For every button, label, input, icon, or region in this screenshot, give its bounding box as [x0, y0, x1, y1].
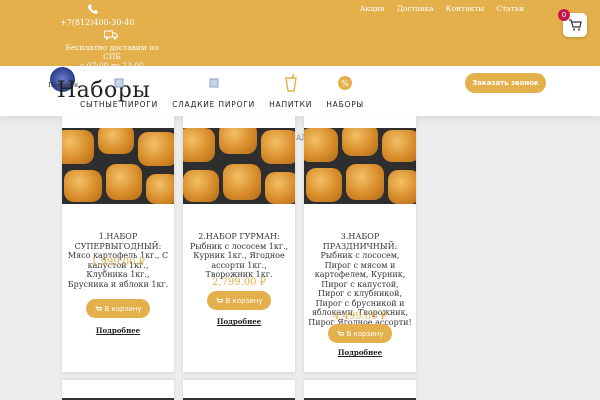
product-price: 1,999.00 ₽: [90, 257, 146, 268]
nav-label: НАБОРЫ: [326, 100, 364, 109]
product-card-partial: [183, 380, 295, 400]
product-card: 3.НАБОР ПРАЗДНИЧНЫЙ: Рыбник с лососем, П…: [304, 116, 416, 372]
details-link[interactable]: Подробнее: [62, 326, 174, 335]
nav-label: НАПИТКИ: [269, 100, 313, 109]
add-to-cart-label: В корзину: [104, 304, 142, 313]
top-links: Акции Доставка Контакты Статьи: [360, 4, 524, 13]
cart-icon: [337, 330, 344, 335]
drink-icon: [284, 74, 298, 92]
phone-number[interactable]: +7(812)400-30-40: [60, 18, 134, 27]
nav-label: СЛАДКИЕ ПИРОГИ: [172, 100, 256, 109]
details-link[interactable]: Подробнее: [183, 317, 295, 326]
add-to-cart-button[interactable]: В корзину: [207, 291, 271, 310]
phone-icon: [88, 4, 98, 14]
sweet-pie-icon: [209, 74, 219, 92]
product-card: 2.НАБОР ГУРМАН: Рыбник с лососем 1кг., К…: [183, 116, 295, 372]
delivery-line-1: Бесплатно доставим по СПБ: [65, 43, 159, 61]
cart-icon: [216, 297, 223, 302]
product-price: 2,799.00 ₽: [211, 277, 267, 288]
top-link-contacts[interactable]: Контакты: [446, 4, 485, 13]
nav-item-savory-pies[interactable]: СЫТНЫЕ ПИРОГИ: [80, 74, 158, 109]
details-link[interactable]: Подробнее: [304, 348, 416, 357]
product-image[interactable]: [183, 128, 295, 204]
percent-icon: %: [337, 74, 353, 92]
top-link-promo[interactable]: Акции: [360, 4, 385, 13]
nav-item-sweet-pies[interactable]: СЛАДКИЕ ПИРОГИ: [172, 74, 255, 109]
top-link-delivery[interactable]: Доставка: [397, 4, 434, 13]
product-image[interactable]: [304, 128, 416, 204]
pie-icon: [114, 74, 124, 92]
product-image[interactable]: [62, 128, 174, 204]
add-to-cart-label: В корзину: [346, 329, 384, 338]
cart-icon: [95, 305, 102, 310]
nav-item-drinks[interactable]: НАПИТКИ: [269, 74, 312, 109]
product-card-partial: [62, 380, 174, 400]
add-to-cart-button[interactable]: В корзину: [86, 299, 150, 318]
cart-icon: [569, 19, 582, 31]
add-to-cart-label: В корзину: [225, 296, 263, 305]
product-name[interactable]: 2.НАБОР ГУРМАН: Рыбник с лососем 1кг., К…: [187, 232, 291, 280]
main-nav-bar: Пекарня Наборы СЫТНЫЕ ПИРОГИ СЛАДКИЕ ПИР…: [0, 66, 600, 116]
top-link-articles[interactable]: Статьи: [496, 4, 524, 13]
svg-text:%: %: [341, 79, 349, 88]
add-to-cart-button[interactable]: В корзину: [328, 324, 392, 343]
product-price: 4,499.00 ₽: [332, 311, 388, 322]
nav-item-sets[interactable]: % НАБОРЫ: [326, 74, 364, 109]
top-bar: +7(812)400-30-40 Бесплатно доставим по С…: [0, 0, 600, 70]
category-nav: СЫТНЫЕ ПИРОГИ СЛАДКИЕ ПИРОГИ НАПИТКИ % Н…: [80, 74, 378, 109]
product-card-partial: [304, 380, 416, 400]
product-card: 1.НАБОР СУПЕРВЫГОДНЫЙ: Мясо картофель 1к…: [62, 116, 174, 372]
order-call-button[interactable]: Заказать звонок: [465, 73, 546, 93]
cart-count-badge: 0: [558, 9, 570, 21]
delivery-truck-icon: [104, 30, 118, 40]
nav-label: СЫТНЫЕ ПИРОГИ: [80, 100, 159, 109]
